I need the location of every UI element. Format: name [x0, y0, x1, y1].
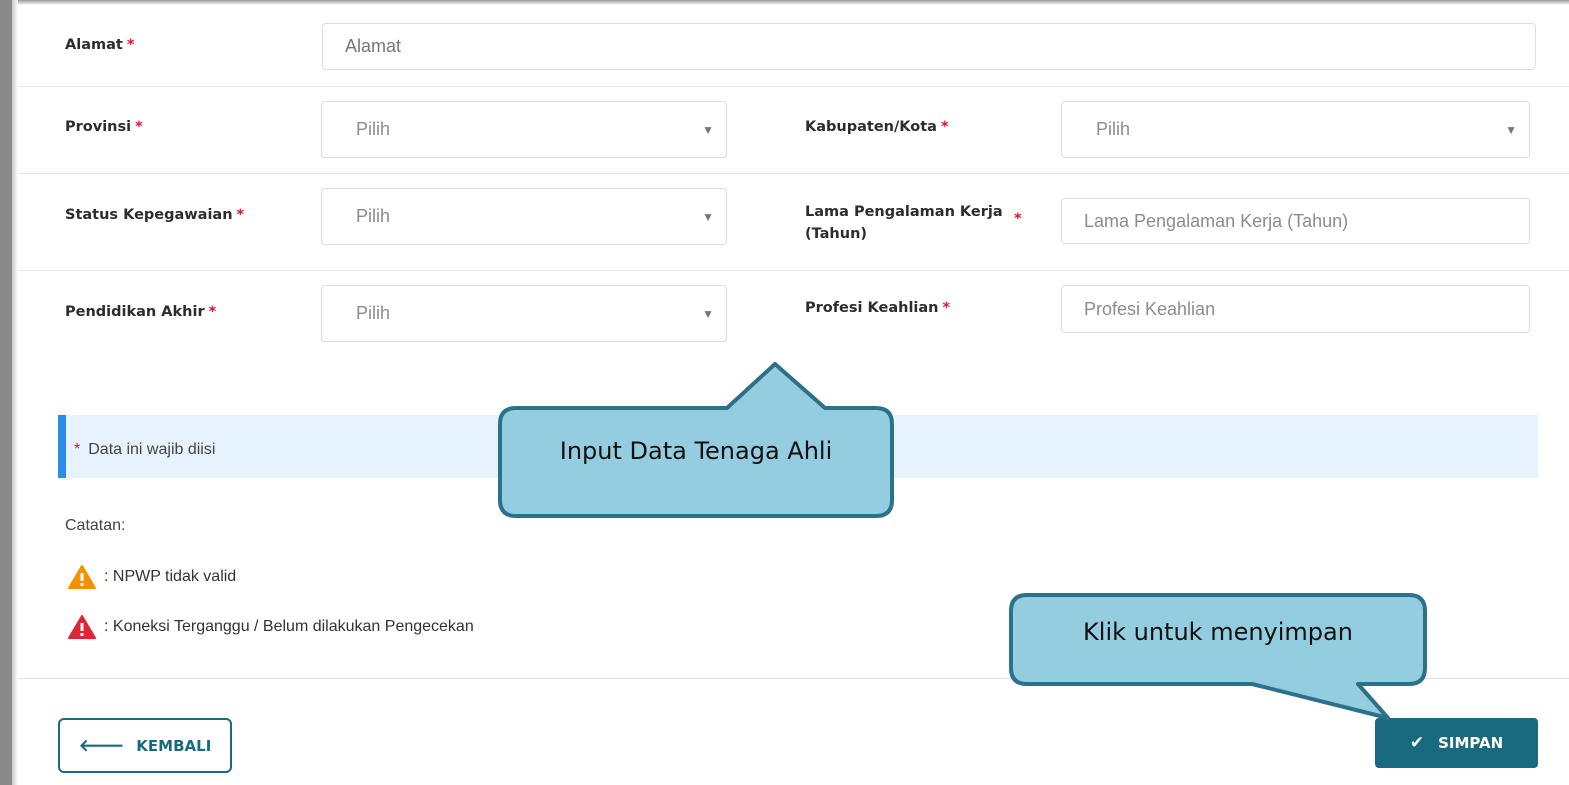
footer-divider — [18, 678, 1569, 679]
notes-title: Catatan: — [65, 517, 126, 534]
legend-connection-text: : Koneksi Terganggu / Belum dilakukan Pe… — [104, 618, 474, 635]
caret-down-icon: ▼ — [1505, 122, 1517, 137]
required-info-text: * Data ini wajib diisi — [74, 441, 216, 458]
pengalaman-placeholder: Lama Pengalaman Kerja (Tahun) — [1084, 210, 1349, 231]
warning-orange-icon — [68, 565, 96, 589]
legend-connection-issue: : Koneksi Terganggu / Belum dilakukan Pe… — [68, 615, 474, 639]
callout-save-shape — [1009, 593, 1427, 720]
caret-down-icon: ▼ — [702, 209, 714, 224]
provinsi-value: Pilih — [356, 119, 391, 139]
kabupaten-label: Kabupaten/Kota * — [805, 119, 949, 135]
pengalaman-input[interactable]: Lama Pengalaman Kerja (Tahun) — [1061, 198, 1530, 244]
window-frame-top — [0, 0, 1569, 5]
arrow-left-icon: 🡐 — [78, 735, 125, 756]
back-button-label: KEMBALI — [136, 736, 212, 755]
row-divider — [18, 270, 1569, 271]
save-button[interactable]: ✔ SIMPAN — [1375, 718, 1538, 768]
pengalaman-required-mark: * — [1014, 211, 1022, 227]
pengalaman-label: Lama Pengalaman Kerja (Tahun) — [805, 204, 1003, 242]
provinsi-label: Provinsi * — [65, 119, 143, 135]
save-button-label: SIMPAN — [1438, 734, 1504, 752]
alamat-input[interactable]: Alamat — [322, 23, 1536, 70]
status-kepegawaian-select[interactable]: Pilih ▼ — [321, 188, 727, 245]
row-divider — [18, 86, 1569, 87]
window-frame-shadow — [12, 0, 18, 785]
pendidikan-label: Pendidikan Akhir * — [65, 304, 217, 320]
kabupaten-value: Pilih — [1096, 119, 1131, 139]
check-icon: ✔ — [1409, 733, 1425, 753]
kabupaten-select[interactable]: Pilih ▼ — [1061, 101, 1530, 158]
pendidikan-akhir-select[interactable]: Pilih ▼ — [321, 285, 727, 342]
window-frame-left — [0, 0, 12, 785]
provinsi-select[interactable]: Pilih ▼ — [321, 101, 727, 158]
legend-npwp-invalid: : NPWP tidak valid — [68, 565, 236, 589]
warning-red-icon — [68, 615, 96, 639]
back-button[interactable]: 🡐 KEMBALI — [58, 718, 232, 773]
alamat-placeholder: Alamat — [345, 36, 402, 56]
pendidikan-value: Pilih — [356, 303, 391, 323]
profesi-placeholder: Profesi Keahlian — [1084, 298, 1216, 319]
callout-input-text: Input Data Tenaga Ahli — [559, 437, 833, 465]
status-label: Status Kepegawaian * — [65, 207, 245, 223]
status-value: Pilih — [356, 206, 391, 226]
legend-npwp-text: : NPWP tidak valid — [104, 568, 237, 585]
callout-save-text: Klik untuk menyimpan — [1083, 618, 1353, 646]
caret-down-icon: ▼ — [702, 306, 714, 321]
caret-down-icon: ▼ — [702, 122, 714, 137]
alamat-label: Alamat * — [65, 37, 135, 53]
profesi-keahlian-input[interactable]: Profesi Keahlian — [1061, 285, 1530, 333]
row-divider — [18, 173, 1569, 174]
profesi-label: Profesi Keahlian * — [805, 300, 951, 316]
